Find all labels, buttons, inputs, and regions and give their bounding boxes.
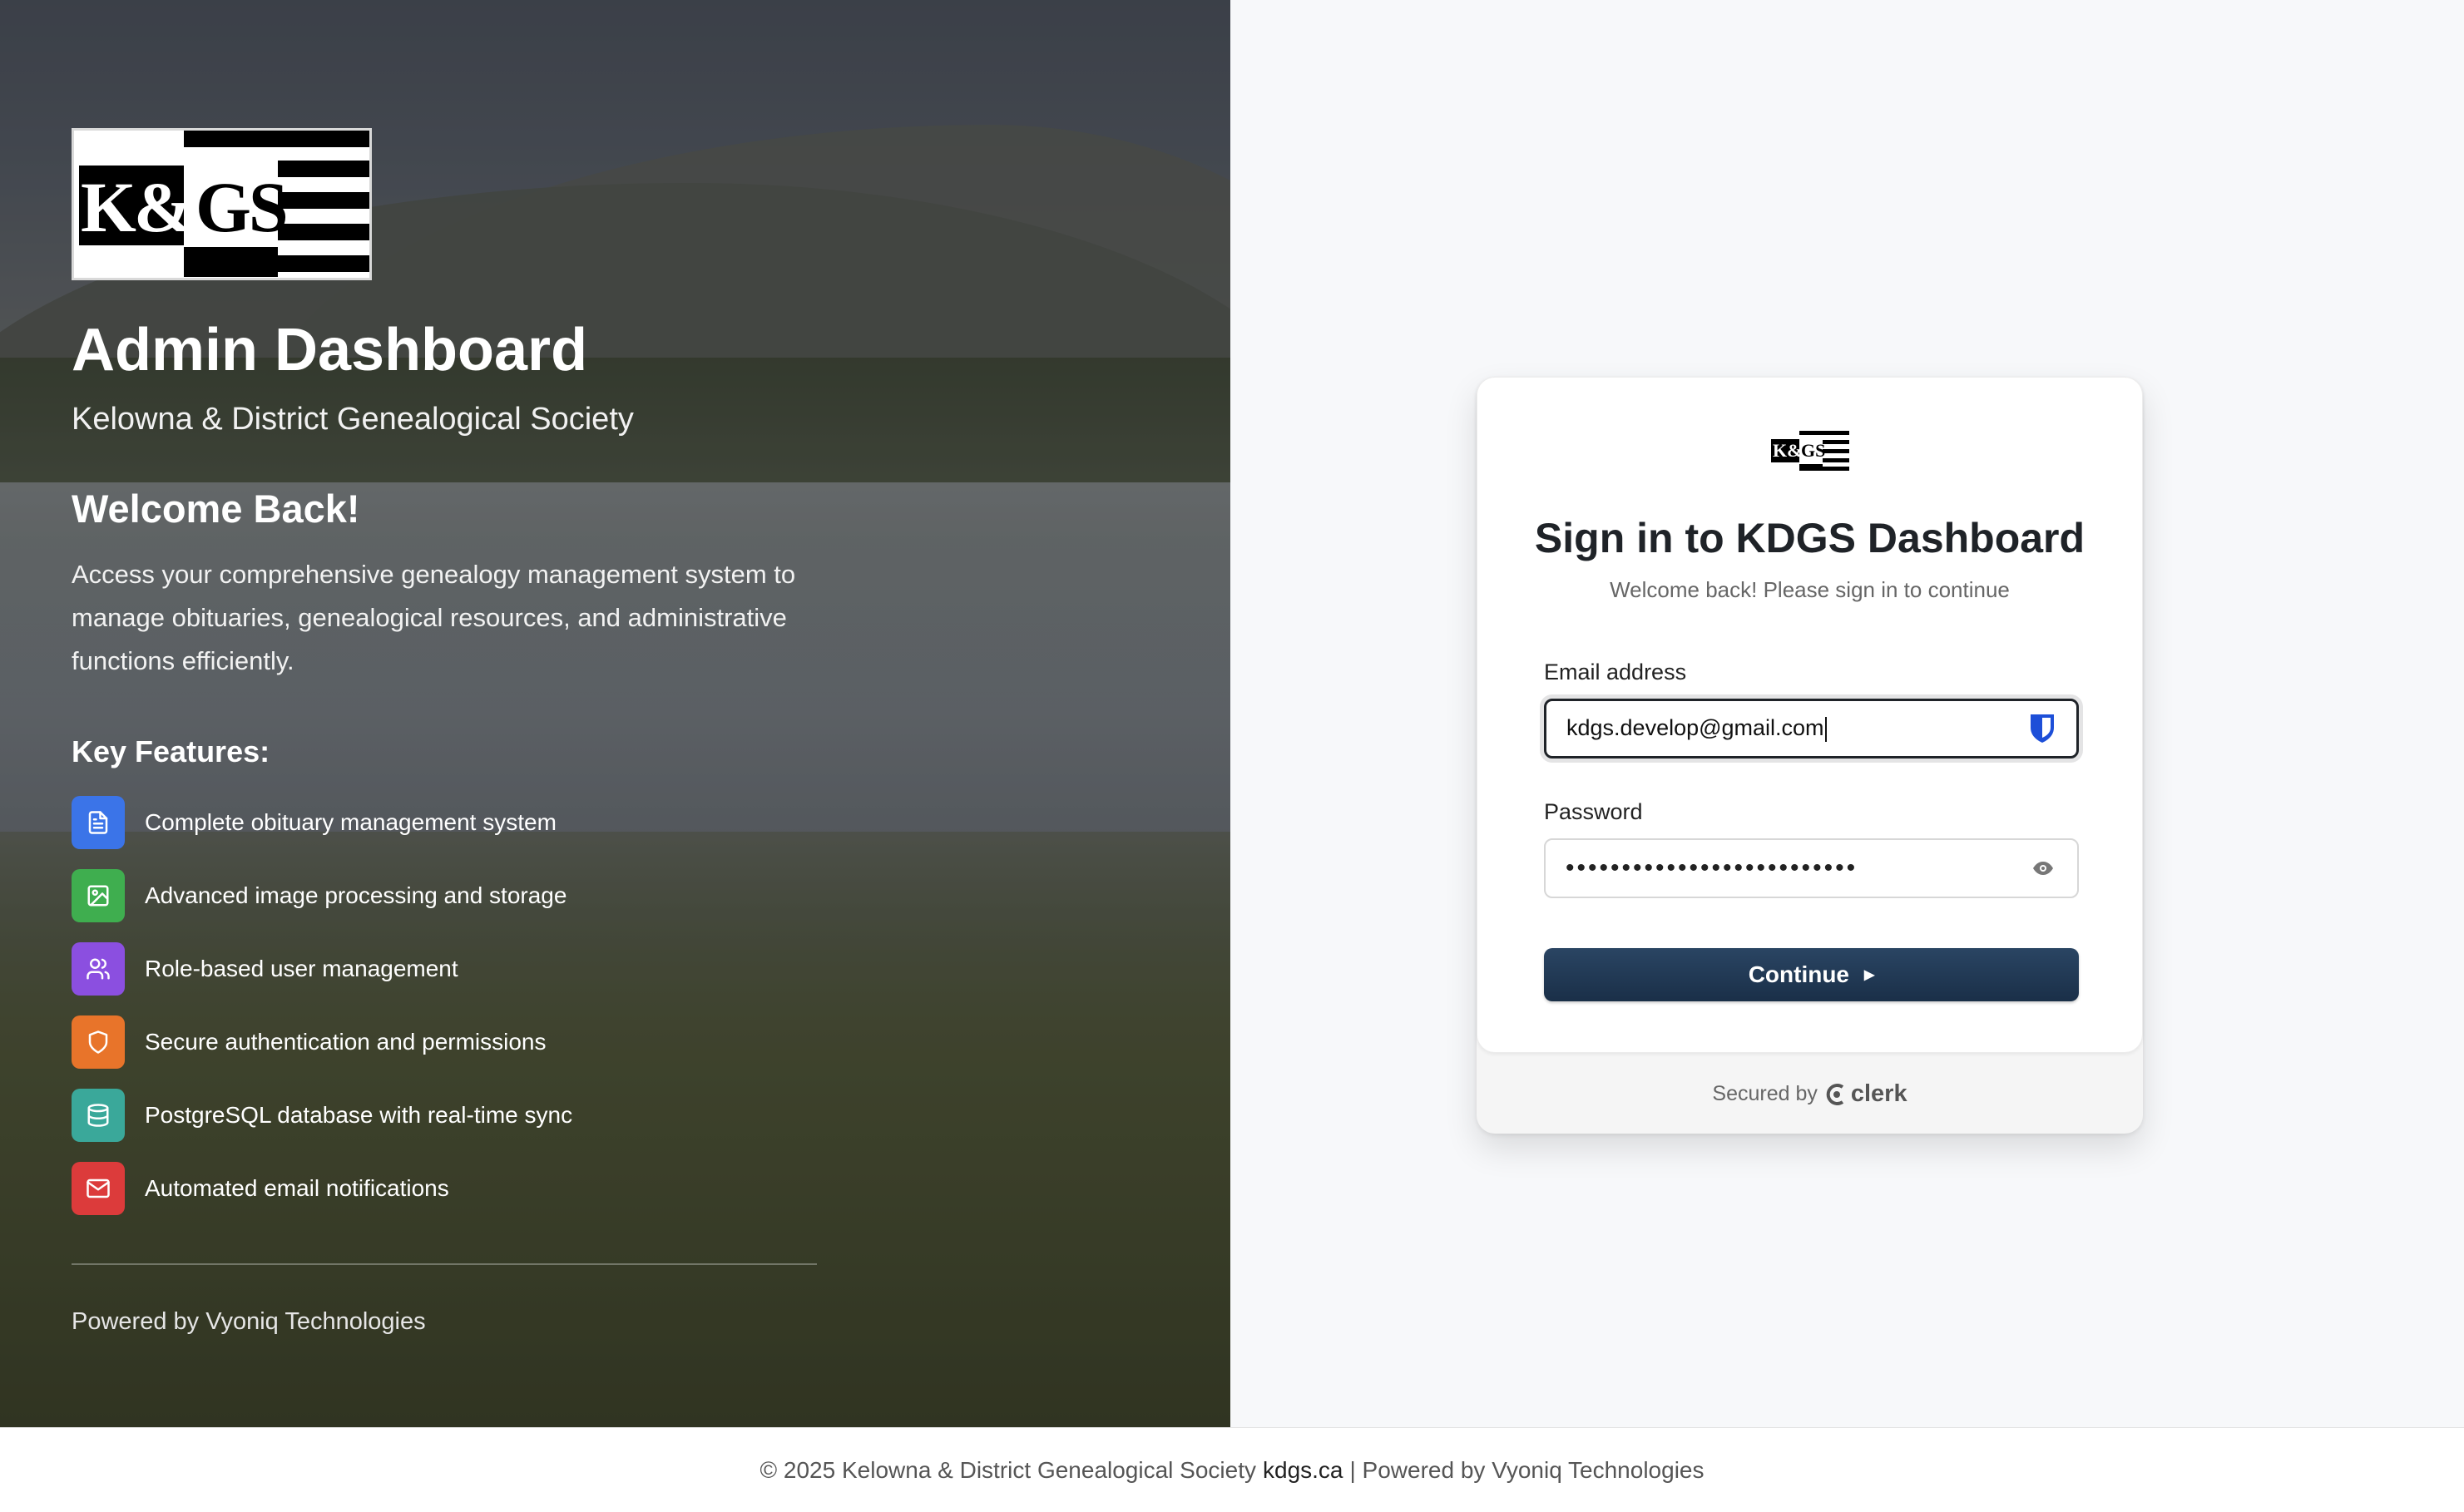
continue-button[interactable]: Continue ▶ [1544,948,2079,1001]
feature-item: Advanced image processing and storage [72,869,820,922]
signin-card: K&D GS Sign in to KDGS Dashboard Welcome… [1477,377,2143,1053]
password-value: •••••••••••••••••••••••••• [1566,854,1858,882]
users-icon [72,942,125,996]
divider [72,1263,817,1265]
text-caret [1824,716,1827,742]
feature-item: Role-based user management [72,942,820,996]
feature-label: Secure authentication and permissions [145,1029,547,1055]
hero-content: K&D GS Admin Dashboard Kelowna & Distric… [72,128,820,1336]
clerk-icon [1826,1083,1844,1105]
database-icon [72,1089,125,1142]
image-icon [72,869,125,922]
kdgs-logo: K&D GS [72,128,372,280]
shield-icon [72,1015,125,1069]
feature-item: Complete obituary management system [72,796,820,849]
document-icon [72,796,125,849]
page-footer: © 2025 Kelowna & District Genealogical S… [0,1427,2464,1512]
password-label: Password [1544,799,1643,824]
email-label: Email address [1544,660,1687,684]
signin-subtitle: Welcome back! Please sign in to continue [1610,577,2010,602]
continue-label: Continue [1748,961,1849,987]
kdgs-logo-small: K&D GS [1771,431,1849,471]
footer-site-link[interactable]: kdgs.ca [1263,1457,1343,1484]
feature-item: Secure authentication and permissions [72,1015,820,1069]
hero-panel: K&D GS Admin Dashboard Kelowna & Distric… [0,0,1230,1427]
signin-title: Sign in to KDGS Dashboard [1534,515,2085,561]
powered-by-text: Powered by Vyoniq Technologies [72,1308,426,1335]
feature-label: Automated email notifications [145,1175,449,1201]
footer-powered-by: | Powered by Vyoniq Technologies [1349,1456,1705,1483]
email-value: kdgs.develop@gmail.com [1566,715,1824,741]
welcome-heading: Welcome Back! [72,487,360,531]
footer-copyright: © 2025 Kelowna & District Genealogical S… [759,1456,1257,1483]
feature-label: PostgreSQL database with real-time sync [145,1102,573,1128]
mail-icon [72,1162,125,1215]
secured-by-label: Secured by [1712,1082,1818,1105]
clerk-logo[interactable]: clerk [1826,1080,1907,1108]
feature-label: Complete obituary management system [145,809,557,835]
eye-icon[interactable] [2029,852,2057,885]
password-field[interactable]: •••••••••••••••••••••••••• [1544,838,2079,898]
password-manager-icon[interactable] [2028,712,2056,745]
features-heading: Key Features: [72,734,270,768]
page-title: Admin Dashboard [72,317,588,383]
feature-label: Advanced image processing and storage [145,882,567,908]
hero-description: Access your comprehensive genealogy mana… [72,560,796,675]
svg-text:GS: GS [1801,440,1825,461]
feature-item: PostgreSQL database with real-time sync [72,1089,820,1142]
secured-by: Secured by clerk [1477,1080,2143,1108]
organization-name: Kelowna & District Genealogical Society [72,402,634,437]
caret-right-icon: ▶ [1864,968,1875,982]
feature-label: Role-based user management [145,956,458,981]
clerk-brand: clerk [1850,1080,1907,1107]
email-field[interactable]: kdgs.develop@gmail.com [1544,699,2079,758]
feature-item: Automated email notifications [72,1162,820,1215]
signin-card-container: K&D GS Sign in to KDGS Dashboard Welcome… [1477,377,2143,1134]
feature-list: Complete obituary management system Adva… [72,796,820,1215]
